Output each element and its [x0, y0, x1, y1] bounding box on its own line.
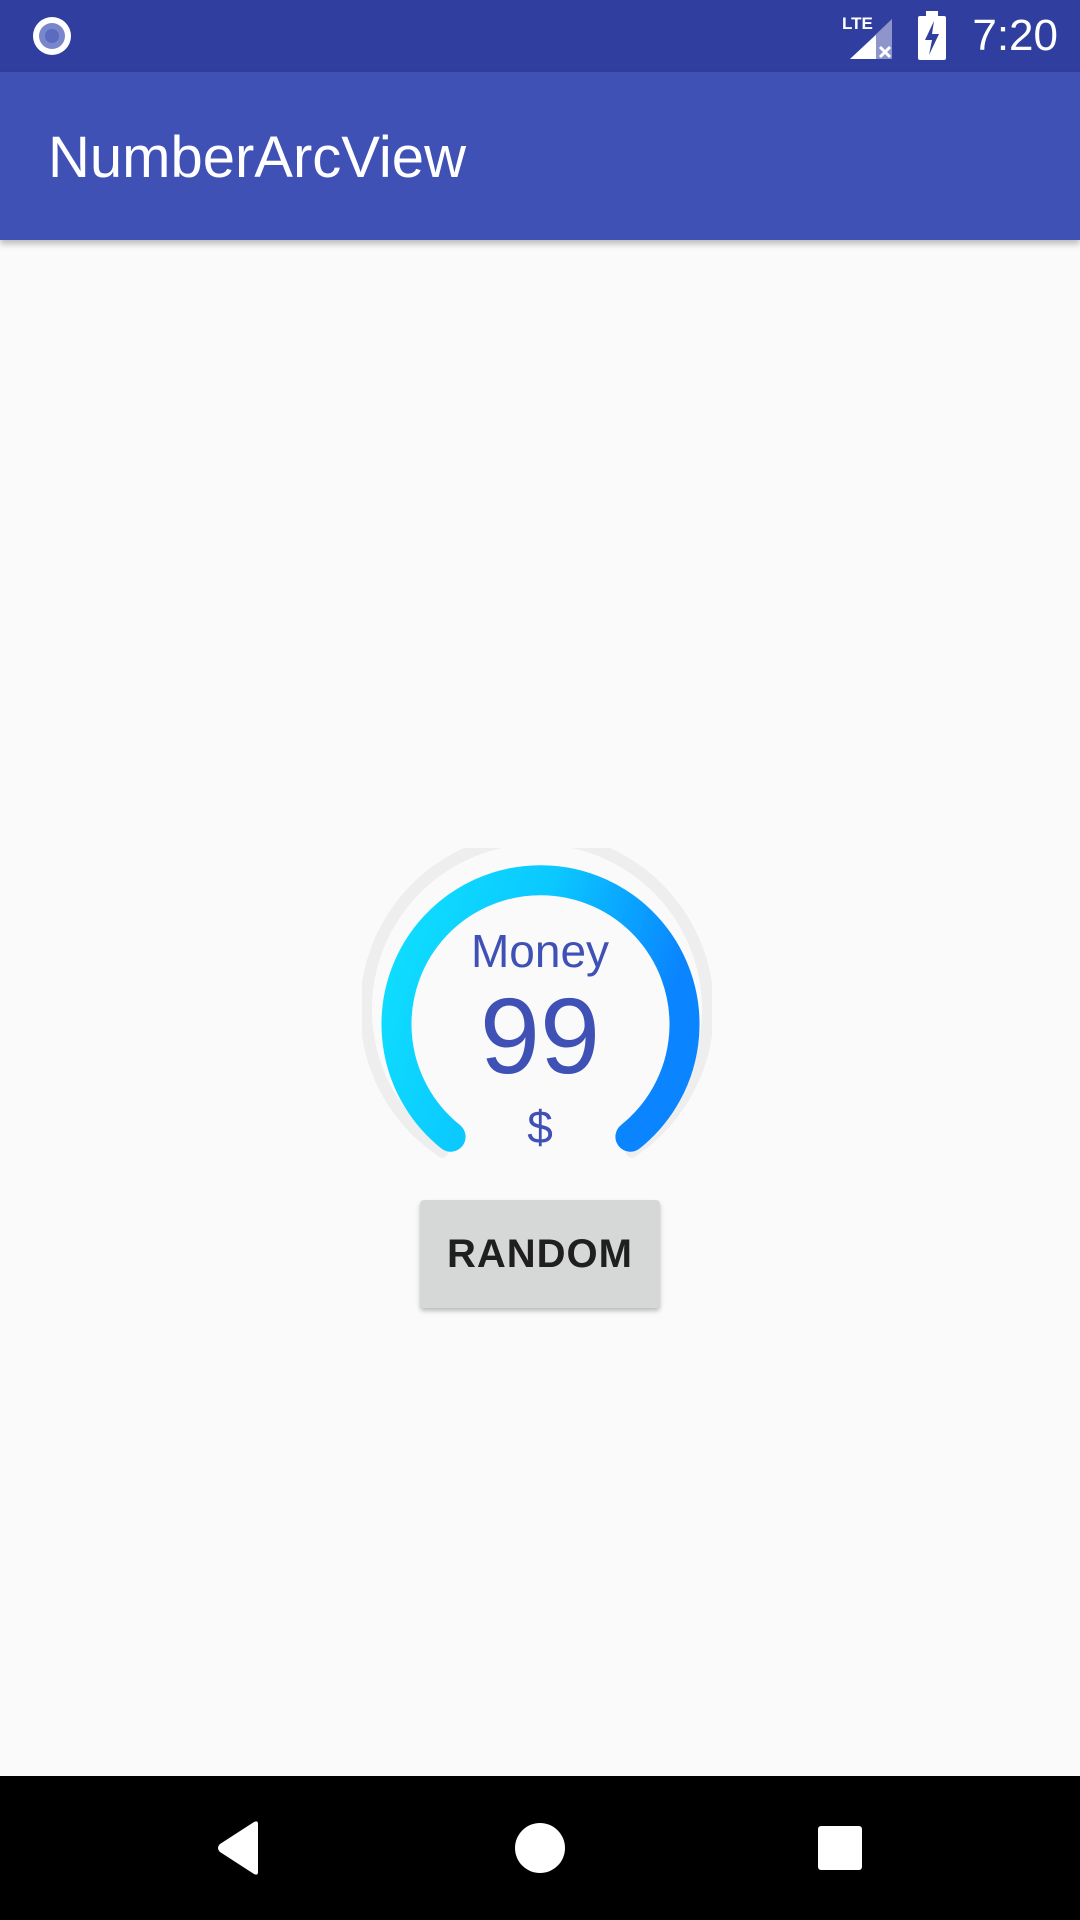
lte-signal-no-data-icon: LTE: [842, 14, 893, 59]
gauge-value: 99: [479, 975, 601, 1096]
random-button[interactable]: RANDOM: [420, 1200, 660, 1308]
back-button[interactable]: [190, 1798, 290, 1898]
recents-icon: [818, 1826, 862, 1870]
app-title: NumberArcView: [48, 125, 466, 190]
lte-label: LTE: [842, 14, 873, 33]
status-icons: LTE 7:20: [840, 10, 1058, 62]
status-bar: LTE 7:20: [0, 0, 1080, 72]
home-button[interactable]: [490, 1798, 590, 1898]
navigation-bar: [0, 1776, 1080, 1920]
back-icon: [218, 1821, 258, 1875]
notification-dot-icon: [33, 17, 71, 55]
home-icon: [515, 1823, 565, 1873]
recents-button[interactable]: [790, 1798, 890, 1898]
battery-charging-icon: [918, 11, 947, 60]
status-clock: 7:20: [972, 11, 1058, 60]
app-bar: NumberArcView: [0, 72, 1080, 240]
gauge-label: Money: [470, 925, 610, 977]
gauge-unit: $: [527, 1101, 553, 1153]
